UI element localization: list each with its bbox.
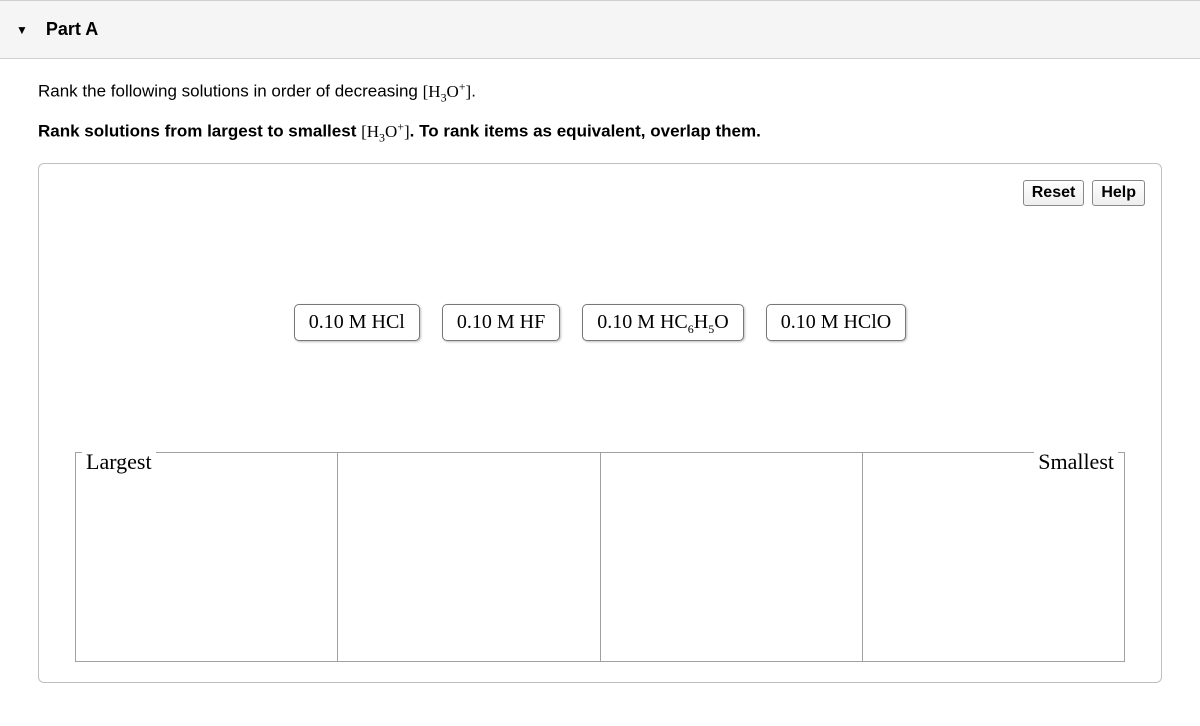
rank-slot-3[interactable] [600, 452, 862, 662]
ranking-workbox: Reset Help 0.10 M HCl 0.10 M HF 0.10 M H… [38, 163, 1162, 683]
instruction-line-1: Rank the following solutions in order of… [38, 79, 1162, 105]
formula-h3o-2: [H3O+] [361, 122, 410, 141]
instr2-before: Rank solutions from largest to smallest [38, 122, 361, 141]
help-button[interactable]: Help [1092, 180, 1145, 206]
instr1-before: Rank the following solutions in order of… [38, 82, 423, 101]
instr2-after: . To rank items as equivalent, overlap t… [410, 122, 761, 141]
instr1-after: . [471, 82, 476, 101]
chip-hcl[interactable]: 0.10 M HCl [294, 304, 420, 341]
chip-hc6h5o[interactable]: 0.10 M HC6H5O [582, 304, 743, 341]
reset-button[interactable]: Reset [1023, 180, 1085, 206]
formula-h3o-1: [H3O+] [423, 82, 472, 101]
part-title: Part A [46, 19, 98, 40]
ranking-dropzone[interactable]: Largest Smallest [75, 452, 1125, 662]
smallest-label: Smallest [1034, 451, 1118, 473]
chip-hf-label: 0.10 M HF [457, 311, 545, 333]
workbox-buttons: Reset Help [1023, 180, 1145, 206]
chip-hcl-label: 0.10 M HCl [309, 311, 405, 333]
chip-hf[interactable]: 0.10 M HF [442, 304, 560, 341]
part-header[interactable]: ▼ Part A [0, 0, 1200, 59]
content-area: Rank the following solutions in order of… [0, 59, 1200, 683]
instruction-line-2: Rank solutions from largest to smallest … [38, 119, 1162, 145]
caret-down-icon: ▼ [16, 24, 28, 36]
draggable-items-row: 0.10 M HCl 0.10 M HF 0.10 M HC6H5O 0.10 … [39, 304, 1161, 341]
largest-label: Largest [82, 451, 156, 473]
rank-slot-2[interactable] [337, 452, 599, 662]
rank-slot-1[interactable]: Largest [75, 452, 337, 662]
chip-hclo[interactable]: 0.10 M HClO [766, 304, 907, 341]
rank-slot-4[interactable]: Smallest [862, 452, 1125, 662]
chip-hclo-label: 0.10 M HClO [781, 311, 892, 333]
